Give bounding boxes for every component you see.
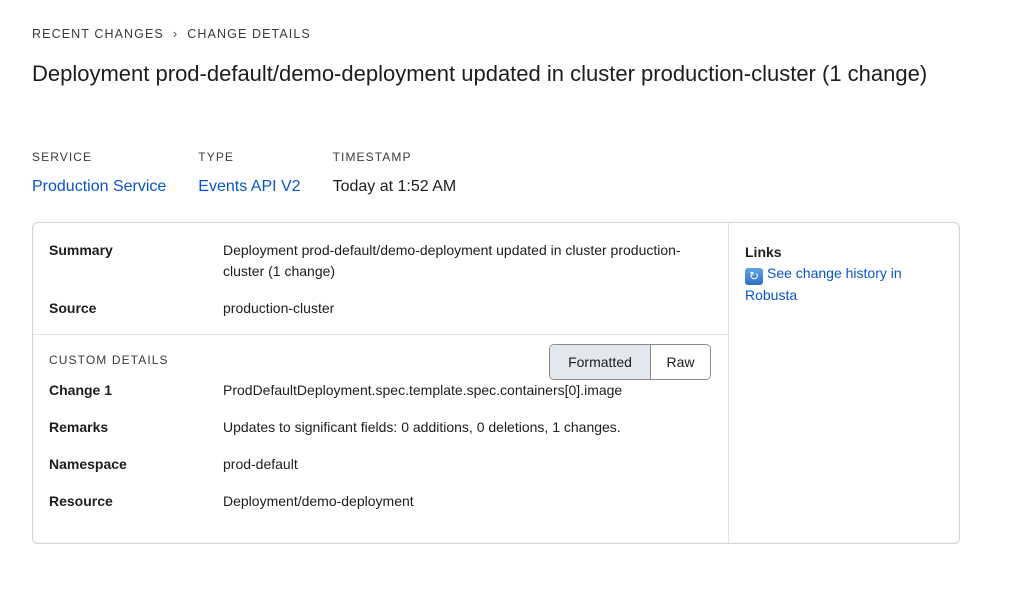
timestamp-value: Today at 1:52 AM: [332, 178, 457, 195]
format-toggle: Formatted Raw: [549, 344, 711, 380]
source-label: Source: [49, 300, 97, 316]
links-panel: Links ↻ See change history in Robusta: [729, 223, 959, 543]
type-link[interactable]: Events API V2: [198, 178, 300, 196]
summary-value: Deployment prod-default/demo-deployment …: [223, 242, 681, 279]
custom-field-value: prod-default: [223, 456, 298, 472]
custom-field-label: Namespace: [49, 456, 127, 472]
robusta-history-link-label: See change history in Robusta: [745, 265, 902, 303]
robusta-history-link[interactable]: ↻ See change history in Robusta: [745, 263, 935, 306]
summary-label: Summary: [49, 242, 113, 258]
timestamp-label: TIMESTAMP: [332, 150, 412, 164]
summary-row: Summary Deployment prod-default/demo-dep…: [49, 240, 693, 282]
raw-toggle-button[interactable]: Raw: [651, 345, 710, 379]
formatted-toggle-button[interactable]: Formatted: [550, 345, 651, 379]
custom-field-row: Remarks Updates to significant fields: 0…: [49, 417, 693, 438]
meta-type: TYPE Events API V2: [198, 150, 300, 196]
page-title: Deployment prod-default/demo-deployment …: [32, 61, 928, 86]
custom-field-label: Resource: [49, 493, 113, 509]
custom-field-row: Change 1 ProdDefaultDeployment.spec.temp…: [49, 380, 693, 401]
custom-field-value: ProdDefaultDeployment.spec.template.spec…: [223, 382, 623, 398]
refresh-icon: ↻: [745, 268, 763, 285]
breadcrumb-separator: ›: [172, 26, 179, 41]
custom-field-label: Remarks: [49, 419, 109, 435]
custom-details-title: CUSTOM DETAILS: [49, 353, 169, 367]
meta-timestamp: TIMESTAMP Today at 1:52 AM: [333, 150, 457, 196]
custom-field-value: Deployment/demo-deployment: [223, 493, 414, 509]
change-details-card: Summary Deployment prod-default/demo-dep…: [32, 222, 960, 544]
type-label: TYPE: [198, 150, 235, 164]
breadcrumb-recent-changes[interactable]: RECENT CHANGES: [32, 27, 164, 41]
links-title: Links: [745, 244, 782, 260]
custom-field-row: Resource Deployment/demo-deployment: [49, 491, 693, 512]
service-label: SERVICE: [32, 150, 93, 164]
details-panel: Summary Deployment prod-default/demo-dep…: [33, 223, 729, 543]
service-link[interactable]: Production Service: [32, 178, 166, 196]
breadcrumb: RECENT CHANGES › CHANGE DETAILS: [32, 26, 311, 41]
custom-field-value: Updates to significant fields: 0 additio…: [223, 419, 621, 435]
custom-field-label: Change 1: [49, 382, 113, 398]
source-row: Source production-cluster: [49, 298, 693, 319]
breadcrumb-current: CHANGE DETAILS: [187, 26, 311, 41]
source-value: production-cluster: [223, 300, 335, 316]
custom-field-row: Namespace prod-default: [49, 454, 693, 475]
section-divider: [33, 334, 728, 335]
meta-service: SERVICE Production Service: [32, 150, 166, 196]
meta-info: SERVICE Production Service TYPE Events A…: [32, 150, 488, 196]
